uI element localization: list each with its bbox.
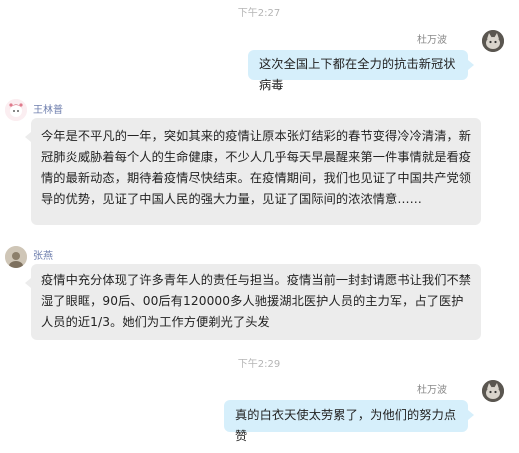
avatar[interactable]	[482, 30, 504, 52]
bubble-tail	[468, 410, 474, 420]
cat-avatar-icon	[482, 380, 504, 402]
message-text: 今年是不平凡的一年，突如其来的疫情让原本张灯结彩的春节变得冷冷清清，新冠肺炎威胁…	[41, 129, 472, 206]
avatar[interactable]	[5, 246, 27, 268]
message-text: 疫情中充分体现了许多青年人的责任与担当。疫情当前一封封请愿书让我们不禁湿了眼眶，…	[41, 273, 472, 329]
cat-avatar-icon	[482, 30, 504, 52]
timestamp: 下午2:27	[237, 8, 281, 19]
message-text: 真的白衣天使太劳累了，为他们的努力点赞	[235, 408, 457, 443]
sender-name: 张燕	[33, 251, 53, 262]
sender-name: 王林普	[33, 105, 63, 116]
message-text: 这次全国上下都在全力的抗击新冠状病毒	[259, 57, 456, 92]
avatar[interactable]	[482, 380, 504, 402]
timestamp: 下午2:29	[237, 359, 281, 370]
cartoon-girl-avatar-icon	[5, 99, 27, 121]
avatar[interactable]	[5, 99, 27, 121]
photo-avatar-icon	[5, 246, 27, 268]
message-bubble[interactable]: 这次全国上下都在全力的抗击新冠状病毒	[248, 50, 468, 92]
sender-name: 杜万波	[417, 35, 447, 46]
bubble-tail	[468, 60, 474, 70]
message-bubble[interactable]: 疫情中充分体现了许多青年人的责任与担当。疫情当前一封封请愿书让我们不禁湿了眼眶，…	[31, 264, 481, 340]
message-bubble[interactable]: 真的白衣天使太劳累了，为他们的努力点赞	[224, 400, 468, 443]
message-bubble[interactable]: 今年是不平凡的一年，突如其来的疫情让原本张灯结彩的春节变得冷冷清清，新冠肺炎威胁…	[31, 118, 481, 225]
sender-name: 杜万波	[417, 385, 447, 396]
